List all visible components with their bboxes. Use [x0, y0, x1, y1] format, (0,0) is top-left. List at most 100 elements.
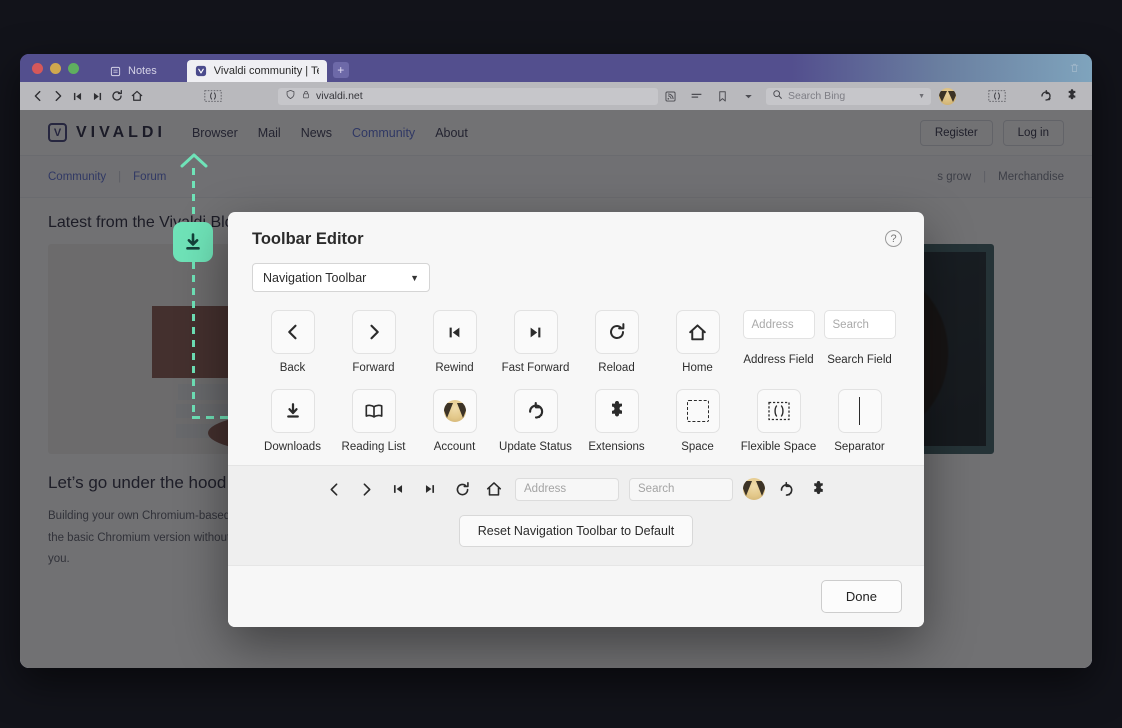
preview-extensions-icon[interactable] [807, 480, 829, 498]
address-field[interactable]: vivaldi.net [278, 87, 658, 105]
toolbar-item-update-status[interactable]: Update Status [495, 389, 576, 454]
tab-vivaldi-community[interactable]: Vivaldi community | Tech f [186, 60, 327, 82]
item-label: Downloads [264, 441, 321, 454]
home-icon[interactable] [127, 85, 147, 107]
preview-rewind-icon[interactable] [387, 482, 409, 496]
preview-account-avatar[interactable] [743, 478, 765, 501]
extensions-icon[interactable] [1060, 85, 1084, 107]
item-label: Rewind [435, 362, 474, 374]
item-label: Home [682, 362, 713, 374]
toolbar-item-home[interactable]: Home [657, 310, 738, 375]
shield-icon [285, 89, 296, 103]
chevron-down-icon: ▼ [410, 272, 419, 283]
bookmark-icon[interactable] [710, 85, 734, 107]
account-avatar [432, 389, 477, 434]
extensions-icon [594, 389, 639, 434]
search-icon [772, 89, 783, 103]
search-field-placeholder: Search [832, 318, 869, 331]
tab-notes[interactable]: Notes [101, 60, 165, 82]
rewind-icon [432, 310, 477, 354]
reset-row: Reset Navigation Toolbar to Default [228, 510, 924, 565]
item-label: Reload [598, 362, 635, 374]
account-avatar[interactable] [939, 87, 956, 105]
update-status-icon [513, 389, 558, 434]
toolbar-item-reading-list[interactable]: Reading List [333, 389, 414, 454]
tab-bar: Notes Vivaldi community | Tech f + [20, 54, 1092, 82]
chevron-down-icon[interactable]: ▼ [918, 93, 925, 100]
preview-back-icon[interactable] [323, 481, 345, 498]
toolbar-item-fast-forward[interactable]: Fast Forward [495, 310, 576, 375]
toolbar-item-extensions[interactable]: Extensions [576, 389, 657, 454]
flexible-space-icon[interactable] [984, 89, 1010, 103]
navbar-right-cluster: Search Bing ▼ [658, 85, 1084, 107]
toolbar-item-rewind[interactable]: Rewind [414, 310, 495, 375]
rss-icon[interactable] [658, 85, 682, 107]
toolbar-item-separator[interactable]: Separator [819, 389, 900, 454]
toolbar-item-reload[interactable]: Reload [576, 310, 657, 375]
forward-icon [351, 310, 396, 354]
toolbar-item-forward[interactable]: Forward [333, 310, 414, 375]
search-field-icon: Search [823, 310, 896, 339]
item-label: Address Field [743, 354, 814, 366]
toolbar-item-downloads[interactable]: Downloads [252, 389, 333, 454]
toolbar-item-search-field[interactable]: Search Search Field [819, 310, 900, 375]
toolbar-item-flexible-space[interactable]: Flexible Space [738, 389, 819, 454]
address-value: vivaldi.net [316, 90, 363, 102]
close-window-button[interactable] [32, 63, 43, 74]
help-icon[interactable]: ? [885, 230, 902, 247]
toolbar-item-space[interactable]: Space [657, 389, 738, 454]
item-label: Forward [352, 362, 395, 374]
back-icon [270, 310, 315, 354]
preview-update-status-icon[interactable] [775, 481, 797, 498]
preview-address-field[interactable]: Address [515, 477, 619, 501]
lock-icon [301, 89, 311, 103]
item-label: Account [433, 441, 476, 454]
home-icon [675, 310, 720, 354]
preview-reload-icon[interactable] [451, 481, 473, 498]
toolbar-editor-dialog: Toolbar Editor ? Navigation Toolbar ▼ Ba… [228, 212, 924, 627]
preview-search-field[interactable]: Search [629, 477, 733, 501]
item-label: Search Field [827, 354, 892, 366]
done-button[interactable]: Done [820, 579, 902, 613]
fast-forward-icon[interactable] [87, 85, 107, 107]
preview-search-placeholder: Search [638, 483, 675, 496]
item-label: Back [279, 362, 306, 374]
flexible-space-icon[interactable] [203, 89, 224, 103]
forward-icon[interactable] [48, 85, 68, 107]
separator-icon [837, 389, 882, 434]
new-tab-button[interactable]: + [332, 62, 349, 78]
space-icon [675, 389, 720, 434]
toolbar-item-address-field[interactable]: Address Address Field [738, 310, 819, 375]
trash-icon[interactable] [1069, 62, 1080, 77]
item-label: Fast Forward [501, 362, 570, 374]
toolbar-select[interactable]: Navigation Toolbar ▼ [252, 263, 430, 292]
minimize-window-button[interactable] [50, 63, 61, 74]
back-icon[interactable] [28, 85, 48, 107]
preview-home-icon[interactable] [483, 480, 505, 498]
preview-address-placeholder: Address [524, 483, 567, 496]
preview-fast-forward-icon[interactable] [419, 482, 441, 496]
rewind-icon[interactable] [68, 85, 88, 107]
vivaldi-icon [195, 65, 208, 78]
notes-icon[interactable] [684, 85, 708, 107]
tab-label: Vivaldi community | Tech f [213, 65, 319, 77]
downloads-icon [270, 389, 315, 434]
dialog-header: Toolbar Editor ? [228, 212, 924, 249]
dialog-footer: Done [228, 564, 924, 627]
toolbar-item-account[interactable]: Account [414, 389, 495, 454]
maximize-window-button[interactable] [68, 63, 79, 74]
chevron-down-icon[interactable] [736, 85, 760, 107]
reset-toolbar-button[interactable]: Reset Navigation Toolbar to Default [458, 514, 694, 547]
toolbar-select-value: Navigation Toolbar [263, 270, 367, 285]
item-label: Flexible Space [740, 441, 817, 454]
reload-icon[interactable] [107, 85, 127, 107]
toolbar-item-grid: Back Forward Rewind Fast Forward Reload … [228, 292, 924, 465]
update-status-icon[interactable] [1034, 85, 1058, 107]
notes-icon [109, 65, 122, 78]
toolbar-preview: Address Search [228, 464, 924, 511]
toolbar-item-back[interactable]: Back [252, 310, 333, 375]
item-label: Separator [834, 441, 885, 454]
search-field[interactable]: Search Bing ▼ [766, 87, 931, 105]
window-controls [20, 63, 79, 82]
preview-forward-icon[interactable] [355, 481, 377, 498]
